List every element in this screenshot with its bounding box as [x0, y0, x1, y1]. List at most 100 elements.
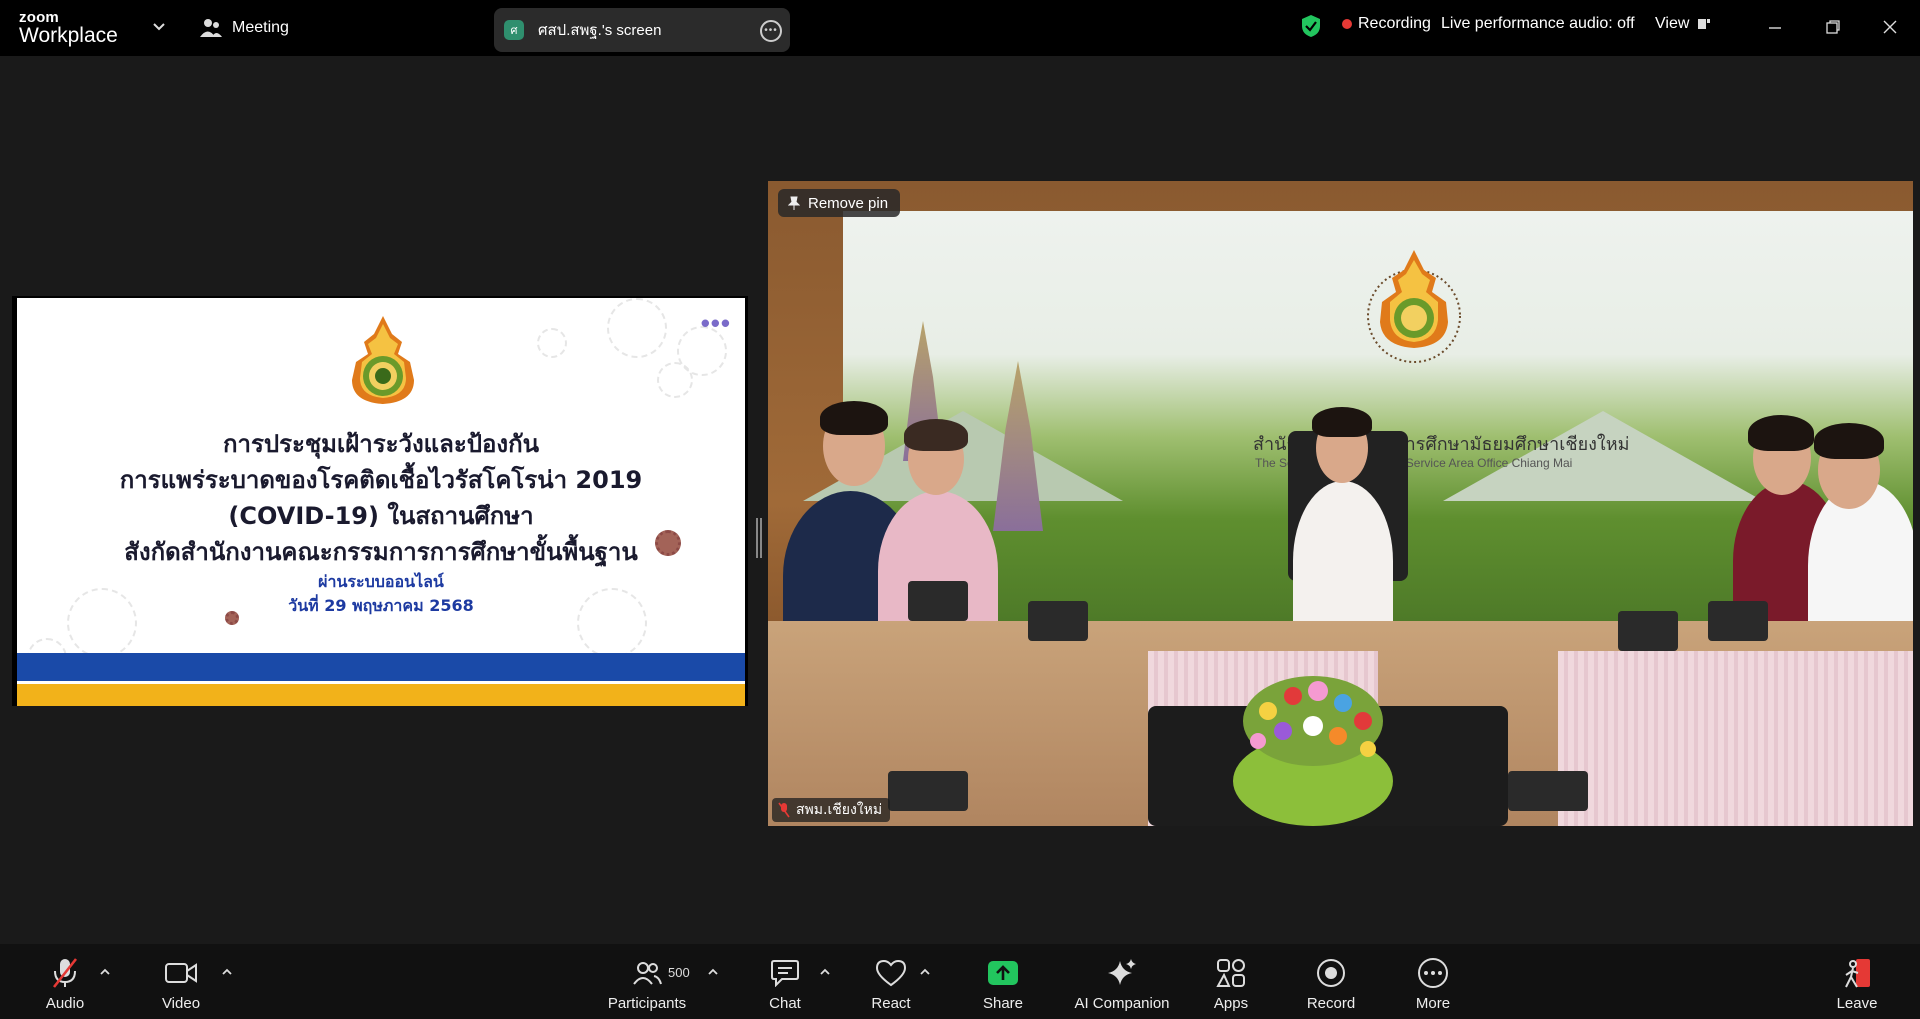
person-hair	[1312, 407, 1372, 437]
ai-companion-label: AI Companion	[1074, 995, 1170, 1012]
person-hair	[820, 401, 888, 435]
zoom-window: zoom Workplace Meeting ศ ศสป.สพฐ.'s scre…	[0, 0, 1920, 1019]
flower-arrangement	[1233, 676, 1393, 826]
react-options-caret-icon[interactable]	[918, 966, 932, 978]
person-hair	[904, 419, 968, 451]
participant-person	[1293, 481, 1393, 641]
recording-dot-icon	[1342, 19, 1352, 29]
shared-screen-label: ศสป.สพฐ.'s screen	[538, 22, 662, 39]
chat-button[interactable]: Chat	[740, 956, 830, 1012]
more-dots-icon	[1418, 958, 1448, 988]
sharer-avatar: ศ	[504, 20, 524, 40]
logo-workplace-text: Workplace	[19, 24, 118, 47]
share-screen-icon	[988, 961, 1018, 985]
close-icon[interactable]	[1879, 16, 1901, 38]
mic-muted-icon	[52, 958, 78, 988]
tablecloth	[1558, 651, 1913, 826]
participant-name-tag: สพม.เชียงใหม่	[772, 798, 891, 822]
react-label: React	[871, 995, 911, 1012]
share-button[interactable]: Share	[958, 956, 1048, 1012]
slide-title-line-2: การแพร่ระบาดของโรคติดเชื้อไวรัสโคโรน่า 2…	[119, 466, 643, 494]
leave-door-icon	[1845, 959, 1870, 988]
slide-title-line-4: สังกัดสำนักงานคณะกรรมการการศึกษาขั้นพื้น…	[124, 538, 638, 566]
recording-label: Recording	[1358, 15, 1431, 32]
video-camera-icon	[165, 963, 197, 983]
react-button[interactable]: React	[846, 956, 936, 1012]
zoom-workplace-logo[interactable]: zoom Workplace	[19, 10, 118, 46]
audio-button[interactable]: Audio	[20, 956, 110, 1012]
title-bar: zoom Workplace Meeting ศ ศสป.สพฐ.'s scre…	[0, 0, 1920, 56]
people-icon	[200, 19, 222, 37]
audio-options-caret-icon[interactable]	[98, 966, 112, 978]
participants-count: 500	[668, 965, 690, 980]
obec-emblem-logo	[1367, 250, 1461, 363]
participant-name: สพม.เชียงใหม่	[796, 802, 883, 818]
leave-label: Leave	[1836, 995, 1878, 1012]
view-menu[interactable]: View	[1655, 15, 1711, 33]
virus-decoration	[657, 362, 693, 398]
more-button[interactable]: More	[1388, 956, 1478, 1012]
view-layout-icon	[1698, 19, 1711, 29]
pin-icon	[788, 196, 800, 210]
person-hair	[1814, 423, 1884, 459]
restore-icon[interactable]	[1822, 16, 1844, 38]
minimize-icon[interactable]	[1764, 16, 1786, 38]
audio-label: Audio	[45, 995, 85, 1012]
ai-sparkle-icon	[1108, 959, 1136, 985]
record-icon	[1317, 959, 1345, 987]
virus-decoration	[537, 328, 567, 358]
microphone	[908, 581, 968, 621]
meeting-controls: Audio Video Participants 500 Chat React …	[0, 944, 1920, 1019]
apps-button[interactable]: Apps	[1186, 956, 1276, 1012]
slide-subtitle-line-1: ผ่านระบบออนไลน์	[318, 572, 444, 591]
microphone	[1708, 601, 1768, 641]
participants-icon	[633, 962, 662, 985]
participants-options-caret-icon[interactable]	[706, 966, 720, 978]
record-button[interactable]: Record	[1286, 956, 1376, 1012]
remove-pin-label: Remove pin	[808, 194, 889, 212]
apps-icon	[1216, 959, 1245, 987]
slide-subtitle-line-2: วันที่ 29 พฤษภาคม 2568	[288, 596, 474, 615]
logo-zoom-text: zoom	[19, 9, 59, 26]
mic-muted-icon	[778, 802, 790, 818]
participants-label: Participants	[607, 995, 687, 1012]
video-label: Video	[161, 995, 201, 1012]
live-audio-label: Live performance audio: off	[1441, 15, 1635, 32]
microphone	[1618, 611, 1678, 651]
microphone	[888, 771, 968, 811]
meeting-menu[interactable]: Meeting	[200, 18, 289, 38]
obec-emblem-logo	[352, 316, 414, 404]
shield-check-icon[interactable]	[1300, 14, 1322, 38]
person-hair	[1748, 415, 1814, 451]
slide-blue-band	[17, 653, 745, 681]
chat-label: Chat	[769, 995, 801, 1012]
shared-screen-indicator[interactable]: ศ ศสป.สพฐ.'s screen •••	[494, 8, 790, 52]
video-options-caret-icon[interactable]	[220, 966, 234, 978]
more-label: More	[1415, 995, 1451, 1012]
chat-bubble-icon	[771, 960, 799, 987]
slide-yellow-band	[17, 684, 745, 706]
microphone	[1508, 771, 1588, 811]
video-button[interactable]: Video	[136, 956, 226, 1012]
apps-label: Apps	[1213, 995, 1249, 1012]
resize-handle[interactable]	[756, 518, 762, 558]
chat-options-caret-icon[interactable]	[818, 966, 832, 978]
more-options-icon[interactable]: •••	[760, 20, 782, 42]
slide-title-line-1: การประชุมเฝ้าระวังและป้องกัน	[222, 430, 540, 458]
pinned-video-tile[interactable]: สำนักงานเขตพื้นที่การศึกษามัธยมศึกษาเชีย…	[768, 181, 1913, 826]
chevron-down-icon[interactable]	[152, 20, 166, 34]
view-label: View	[1655, 15, 1690, 32]
virus-decoration	[607, 298, 667, 358]
recording-status[interactable]: Recording	[1342, 15, 1431, 33]
heart-icon	[875, 959, 907, 987]
meeting-label: Meeting	[232, 19, 289, 36]
ai-companion-button[interactable]: AI Companion	[1062, 956, 1182, 1012]
remove-pin-button[interactable]: Remove pin	[778, 189, 901, 217]
shared-screen-view[interactable]: ••• การประชุมเฝ้าระวังและป้องกัน การแพร่…	[12, 296, 748, 706]
live-audio-status[interactable]: Live performance audio: off	[1441, 15, 1635, 33]
slide-title-line-3: (COVID-19) ในสถานศึกษา	[228, 502, 534, 530]
slide-title-block: การประชุมเฝ้าระวังและป้องกัน การแพร่ระบา…	[17, 426, 745, 618]
microphone	[1028, 601, 1088, 641]
leave-button[interactable]: Leave	[1812, 956, 1902, 1012]
record-label: Record	[1306, 995, 1356, 1012]
